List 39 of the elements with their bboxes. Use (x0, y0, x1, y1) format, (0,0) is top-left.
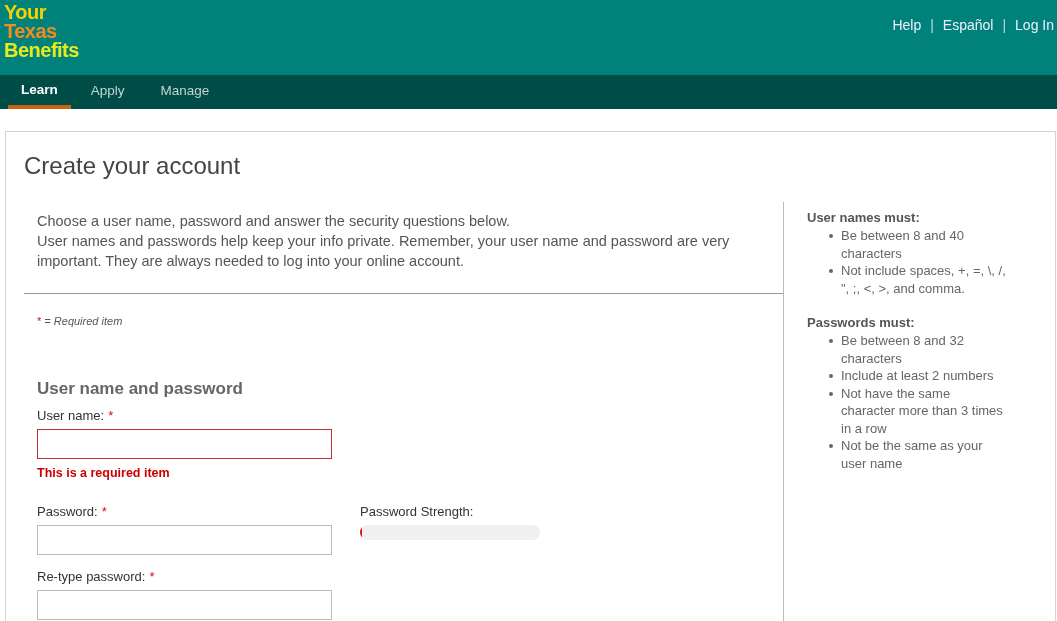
logo[interactable]: Your Texas Benefits (0, 0, 79, 60)
rule-text: Not include spaces, +, =, \, /, ", ;, <, >, and comma. (841, 262, 1007, 297)
error-message: This is a required item (37, 466, 171, 480)
rules-heading: Passwords must: (807, 315, 916, 330)
bullet-icon (829, 444, 833, 448)
required-mark: * (149, 569, 155, 584)
header-link[interactable]: Help (892, 17, 922, 33)
bullet-icon (829, 339, 833, 343)
bullet-icon (829, 234, 833, 238)
rule-text: Be between 8 and 40 characters (841, 227, 965, 262)
required-mark: * (101, 504, 107, 519)
page-title: Create your account (24, 152, 242, 180)
bullet-icon (829, 391, 833, 396)
bullet-icon (829, 269, 833, 273)
header-link[interactable]: Log In (1015, 17, 1054, 33)
section-heading: User name and password (37, 379, 244, 399)
header-link[interactable]: Español (942, 17, 994, 33)
separator: | (930, 17, 934, 33)
required-note: * = Required item (37, 315, 124, 327)
rule-text: Not be the same as your user name (841, 437, 984, 472)
intro-text: User names and passwords help keep your info private. Remember, your user name and password are very important. They are always needed to log into your online account. (37, 232, 731, 271)
field-label: Re-type password: (37, 569, 146, 584)
rules-heading: User names must: (807, 210, 921, 225)
rule-text: Include at least 2 numbers (841, 367, 994, 385)
input-field[interactable] (37, 429, 332, 459)
field-label: User name: (37, 408, 105, 423)
strength-label: Password Strength: (360, 504, 475, 519)
input-field[interactable] (37, 525, 332, 555)
rule-text: Not have the same character more than 3 times in a row (841, 384, 1004, 437)
intro-text: Choose a user name, password and answer the security questions below. (37, 212, 512, 231)
nav-tab[interactable]: Manage (144, 75, 226, 109)
field-label: Password: (37, 504, 98, 519)
bullet-icon (829, 374, 833, 378)
separator: | (1002, 17, 1007, 33)
nav-tab[interactable]: Apply (74, 75, 141, 109)
nav-tab[interactable]: Learn (8, 75, 71, 109)
input-field[interactable] (37, 590, 332, 620)
required-mark: * (108, 408, 114, 423)
rule-text: Be between 8 and 32 characters (841, 332, 965, 367)
